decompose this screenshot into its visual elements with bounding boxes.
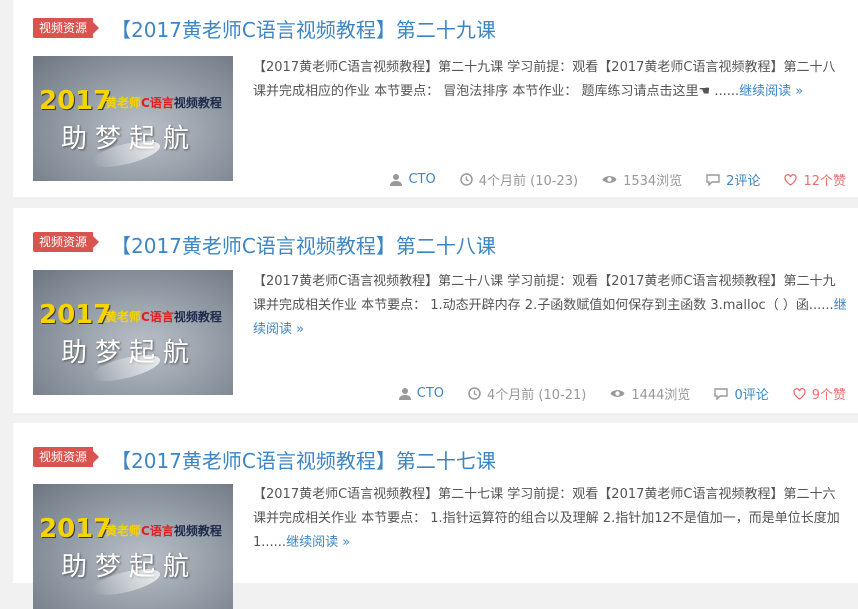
post-excerpt: 【2017黄老师C语言视频教程】第二十八课 学习前提：观看【2017黄老师C语言… bbox=[253, 274, 847, 337]
category-tag[interactable]: 视频资源 bbox=[33, 447, 100, 467]
post-excerpt: 【2017黄老师C语言视频教程】第二十七课 学习前提：观看【2017黄老师C语言… bbox=[253, 487, 840, 550]
post-thumbnail[interactable]: 2017 黄老师C语言视频教程 助梦起航 bbox=[33, 56, 233, 181]
thumb-year: 2017 bbox=[39, 514, 112, 544]
eye-icon bbox=[602, 176, 617, 183]
clock-icon bbox=[468, 387, 481, 400]
post-thumbnail[interactable]: 2017 黄老师C语言视频教程 助梦起航 bbox=[33, 270, 233, 395]
meta-likes[interactable]: 9个赞 bbox=[793, 384, 846, 403]
meta-views: 1534浏览 bbox=[602, 170, 682, 189]
heart-icon bbox=[793, 387, 806, 400]
post-meta: CTO 4个月前 (10-23) 1534浏览 2评论 12个赞 bbox=[390, 170, 846, 189]
comment-icon bbox=[706, 173, 720, 186]
post-title[interactable]: 【2017黄老师C语言视频教程】第二十八课 bbox=[111, 230, 496, 259]
meta-time: 4个月前 (10-21) bbox=[468, 384, 586, 403]
read-more-link[interactable]: 继续阅读 » bbox=[286, 535, 350, 550]
category-tag[interactable]: 视频资源 bbox=[33, 232, 100, 252]
read-more-link[interactable]: 继续阅读 » bbox=[739, 84, 803, 99]
post-card: 视频资源 【2017黄老师C语言视频教程】第二十九课 2017 黄老师C语言视频… bbox=[13, 0, 858, 197]
meta-comments[interactable]: 0评论 bbox=[714, 384, 769, 403]
meta-comments[interactable]: 2评论 bbox=[706, 170, 760, 189]
meta-author[interactable]: CTO bbox=[390, 172, 436, 187]
user-icon bbox=[398, 388, 411, 400]
post-thumbnail[interactable]: 2017 黄老师C语言视频教程 助梦起航 bbox=[33, 484, 233, 609]
post-title[interactable]: 【2017黄老师C语言视频教程】第二十九课 bbox=[111, 14, 496, 43]
category-tag[interactable]: 视频资源 bbox=[33, 18, 100, 38]
clock-icon bbox=[460, 173, 473, 186]
heart-icon bbox=[784, 173, 798, 186]
thumb-year: 2017 bbox=[39, 86, 112, 116]
meta-likes[interactable]: 12个赞 bbox=[784, 170, 846, 189]
eye-icon bbox=[610, 390, 625, 397]
post-title[interactable]: 【2017黄老师C语言视频教程】第二十七课 bbox=[111, 445, 496, 474]
meta-time: 4个月前 (10-23) bbox=[460, 170, 578, 189]
meta-author[interactable]: CTO bbox=[398, 386, 444, 401]
post-meta: CTO 4个月前 (10-21) 1444浏览 0评论 9个赞 bbox=[398, 384, 846, 403]
thumb-subtitle: 黄老师C语言视频教程 bbox=[105, 310, 222, 324]
thumb-subtitle: 黄老师C语言视频教程 bbox=[105, 96, 222, 110]
post-card: 视频资源 【2017黄老师C语言视频教程】第二十八课 2017 黄老师C语言视频… bbox=[13, 208, 858, 413]
user-icon bbox=[390, 174, 403, 186]
comment-icon bbox=[714, 387, 729, 400]
post-excerpt: 【2017黄老师C语言视频教程】第二十九课 学习前提：观看【2017黄老师C语言… bbox=[253, 60, 836, 99]
post-card: 视频资源 【2017黄老师C语言视频教程】第二十七课 2017 黄老师C语言视频… bbox=[13, 423, 858, 609]
thumb-year: 2017 bbox=[39, 300, 112, 330]
meta-views: 1444浏览 bbox=[610, 384, 690, 403]
thumb-subtitle: 黄老师C语言视频教程 bbox=[105, 524, 222, 538]
